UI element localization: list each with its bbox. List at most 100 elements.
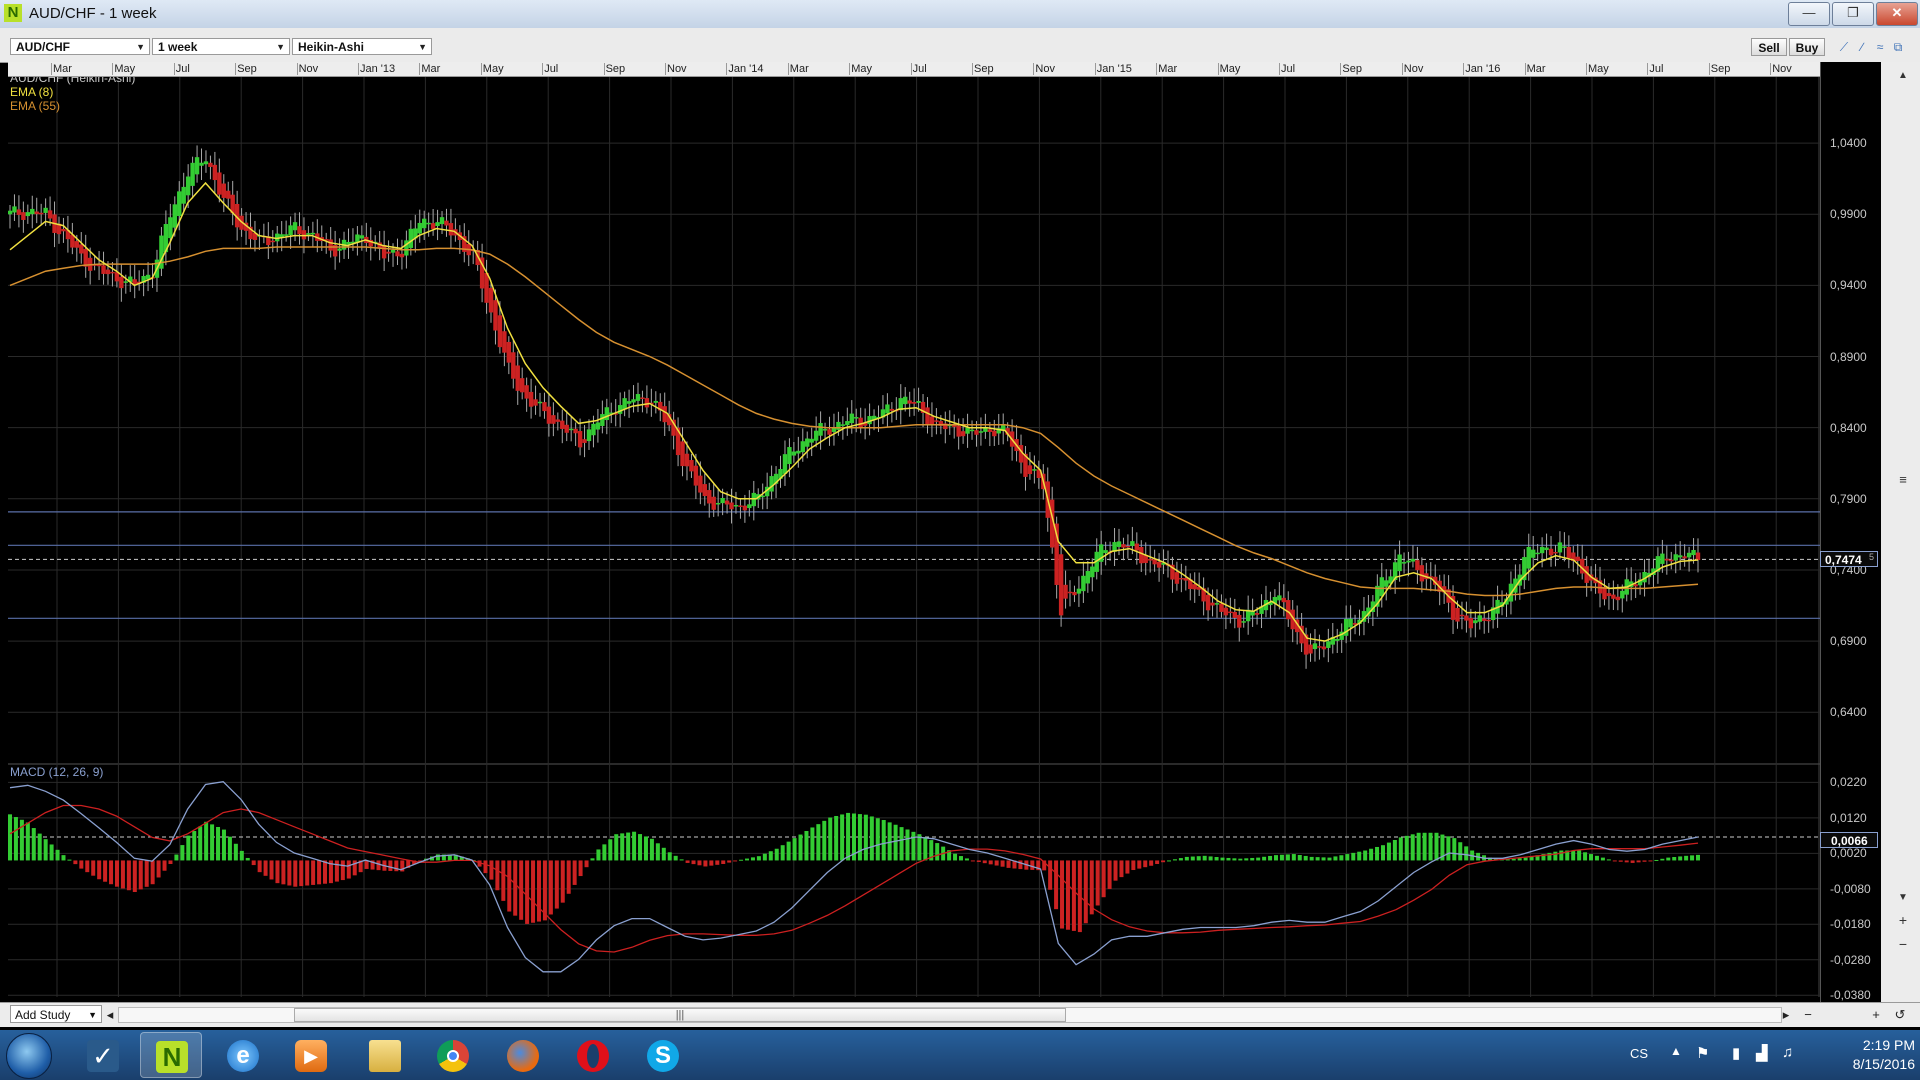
macd-histogram-bar-up bbox=[43, 839, 48, 861]
zoom-out-icon[interactable]: − bbox=[1800, 1007, 1816, 1023]
candle-bear bbox=[1415, 560, 1420, 571]
taskbar-app-firefox[interactable] bbox=[492, 1032, 554, 1078]
macd-histogram-bar-up bbox=[1297, 855, 1302, 861]
battery-icon[interactable]: ▮ bbox=[1732, 1044, 1740, 1062]
scroll-down-icon[interactable]: ▼ bbox=[1895, 890, 1911, 906]
candle-bear bbox=[1455, 607, 1460, 622]
time-scroll-thumb[interactable]: ||| bbox=[294, 1008, 1066, 1022]
taskbar-app-check[interactable]: ✓ bbox=[72, 1032, 134, 1078]
macd-histogram-bar-up bbox=[643, 836, 648, 861]
candle-bull bbox=[199, 162, 204, 166]
price-macd-chart[interactable]: Mar May Jul Sep Nov Jan '13 Mar May Jul Sep Nov Jan… bbox=[7, 51, 1820, 997]
zoom-in-vertical-icon[interactable]: + bbox=[1895, 912, 1911, 928]
x-tick-label: Mar bbox=[789, 63, 809, 75]
candle-bear bbox=[488, 287, 494, 313]
macd-histogram-bar-down bbox=[697, 860, 702, 866]
price-axis[interactable] bbox=[1820, 62, 1881, 1002]
macd-histogram-bar-up bbox=[964, 858, 969, 861]
scroll-up-icon[interactable]: ▲ bbox=[1895, 68, 1911, 84]
candle-bear bbox=[528, 391, 534, 407]
macd-histogram-bar-up bbox=[1339, 855, 1344, 861]
period-select[interactable]: 1 week ▼ bbox=[152, 38, 290, 55]
candle-bull bbox=[1326, 641, 1331, 648]
x-tick-label: May bbox=[482, 63, 504, 75]
scroll-right-icon[interactable]: ▸ bbox=[1778, 1007, 1794, 1023]
macd-histogram-bar-up bbox=[816, 824, 821, 861]
macd-histogram-bar-up bbox=[780, 845, 785, 861]
taskbar-app-media[interactable]: ▶ bbox=[280, 1032, 342, 1078]
show-hidden-icons-icon[interactable]: ▲ bbox=[1670, 1044, 1682, 1058]
detach-window-icon[interactable]: ⧉ bbox=[1890, 38, 1906, 56]
add-study-select[interactable]: Add Study ▼ bbox=[10, 1005, 102, 1023]
zoom-out-vertical-icon[interactable]: − bbox=[1895, 936, 1911, 952]
macd-histogram-bar-up bbox=[1178, 858, 1183, 861]
candle-bull bbox=[190, 162, 195, 186]
maximize-button[interactable]: ❐ bbox=[1832, 2, 1874, 26]
start-button[interactable] bbox=[6, 1033, 52, 1079]
candle-bull bbox=[805, 438, 810, 447]
candle-bull bbox=[916, 400, 921, 403]
time-scrollbar[interactable]: ||| bbox=[118, 1007, 1782, 1023]
candle-bear bbox=[644, 398, 650, 408]
macd-histogram-bar-up bbox=[1416, 832, 1421, 861]
x-tick-mark bbox=[112, 63, 114, 75]
symbol-select[interactable]: AUD/CHF ▼ bbox=[10, 38, 150, 55]
x-tick-label: Jan '15 bbox=[1096, 63, 1132, 75]
x-tick-mark bbox=[1524, 63, 1526, 75]
candle-bull bbox=[1620, 590, 1625, 599]
scroll-grip-icon[interactable]: ≡ bbox=[1895, 472, 1911, 488]
macd-histogram-bar-up bbox=[1167, 860, 1172, 862]
vertical-scroll-panel[interactable]: ▲ ≡ ▼ + − bbox=[1880, 62, 1920, 1002]
action-center-icon[interactable]: ⚑ bbox=[1696, 1044, 1709, 1062]
macd-histogram-bar-down bbox=[109, 860, 114, 885]
candle-bull bbox=[796, 450, 801, 454]
price-tick-label: 0,9900 bbox=[1830, 207, 1867, 222]
chart-style-select[interactable]: Heikin-Ashi ▼ bbox=[292, 38, 432, 55]
candle-bull bbox=[622, 398, 627, 410]
scroll-left-icon[interactable]: ◂ bbox=[102, 1007, 118, 1023]
macd-histogram-bar-up bbox=[1244, 858, 1249, 861]
candle-bull bbox=[7, 210, 13, 215]
candle-bear bbox=[1553, 551, 1558, 554]
candle-bear bbox=[1147, 559, 1153, 561]
taskbar-app-explorer[interactable] bbox=[354, 1032, 416, 1078]
indicator-tool-icon[interactable]: ≈ bbox=[1872, 38, 1888, 56]
taskbar-app-opera[interactable] bbox=[562, 1032, 624, 1078]
candle-bull bbox=[1660, 553, 1665, 564]
macd-histogram-bar-up bbox=[245, 857, 250, 861]
macd-histogram-bar-down bbox=[1030, 860, 1035, 870]
candle-bull bbox=[181, 186, 186, 204]
sell-button[interactable]: Sell bbox=[1751, 38, 1787, 56]
candle-bear bbox=[1664, 558, 1670, 561]
candle-bull bbox=[604, 407, 610, 421]
macd-histogram-bar-up bbox=[1654, 859, 1659, 861]
candle-bull bbox=[1406, 560, 1411, 563]
buy-button[interactable]: Buy bbox=[1789, 38, 1825, 56]
minimize-button[interactable]: — bbox=[1788, 2, 1830, 26]
line-tool-icon[interactable]: ⟋ bbox=[1836, 38, 1852, 56]
taskbar-app-ie[interactable]: e bbox=[212, 1032, 274, 1078]
taskbar-app-chrome[interactable] bbox=[422, 1032, 484, 1078]
reset-zoom-icon[interactable]: ↺ bbox=[1892, 1007, 1908, 1023]
taskbar-app-nanotrader[interactable]: N bbox=[140, 1032, 202, 1078]
candle-bear bbox=[1210, 602, 1215, 606]
macd-histogram-bar-up bbox=[186, 835, 191, 861]
price-tick-label: 0,8900 bbox=[1830, 349, 1867, 364]
zoom-in-icon[interactable]: + bbox=[1868, 1007, 1884, 1023]
candle-bear bbox=[1281, 597, 1286, 603]
x-tick-mark bbox=[1647, 63, 1649, 75]
draw-tool-icon[interactable]: ∕ bbox=[1854, 38, 1870, 56]
taskbar-app-skype[interactable]: S bbox=[632, 1032, 694, 1078]
system-clock[interactable]: 2:19 PM 8/15/2016 bbox=[1795, 1036, 1915, 1074]
x-tick-label: Jul bbox=[912, 63, 927, 75]
candle-bear bbox=[448, 223, 454, 236]
candle-bear bbox=[1611, 594, 1616, 599]
network-icon[interactable]: ▟ bbox=[1756, 1044, 1768, 1062]
language-indicator[interactable]: CS bbox=[1630, 1046, 1648, 1061]
macd-histogram-bar-up bbox=[1226, 857, 1231, 861]
chart-area[interactable]: Mar May Jul Sep Nov Jan '13 Mar May Jul Sep Nov Jan… bbox=[7, 51, 1820, 997]
macd-histogram-bar-up bbox=[13, 817, 18, 861]
volume-icon[interactable]: ♫ bbox=[1782, 1044, 1793, 1061]
candle-bull bbox=[1076, 588, 1082, 594]
close-button[interactable]: ✕ bbox=[1876, 2, 1918, 26]
